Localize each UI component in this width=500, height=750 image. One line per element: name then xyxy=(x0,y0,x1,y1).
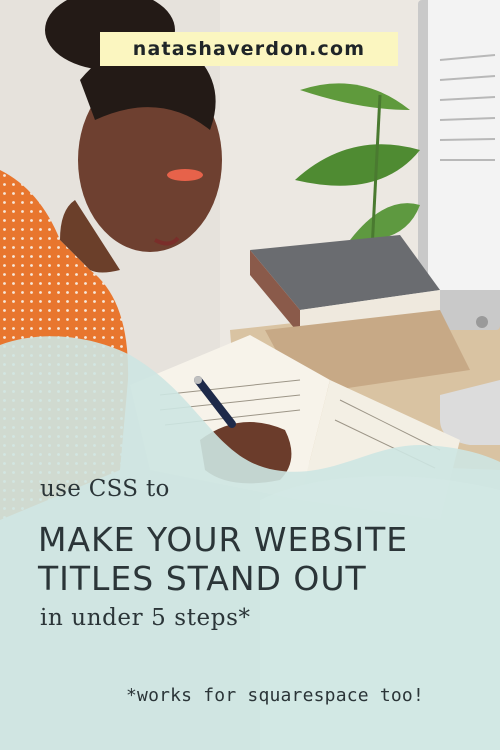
intro-text: use CSS to xyxy=(40,476,170,502)
subtitle-text: in under 5 steps* xyxy=(40,605,251,631)
headline-line-1: MAKE YOUR WEBSITE xyxy=(38,520,409,559)
footnote-text: *works for squarespace too! xyxy=(126,685,424,706)
headline-line-2: TITLES STAND OUT xyxy=(38,559,367,598)
teal-wave-overlay xyxy=(0,336,500,750)
